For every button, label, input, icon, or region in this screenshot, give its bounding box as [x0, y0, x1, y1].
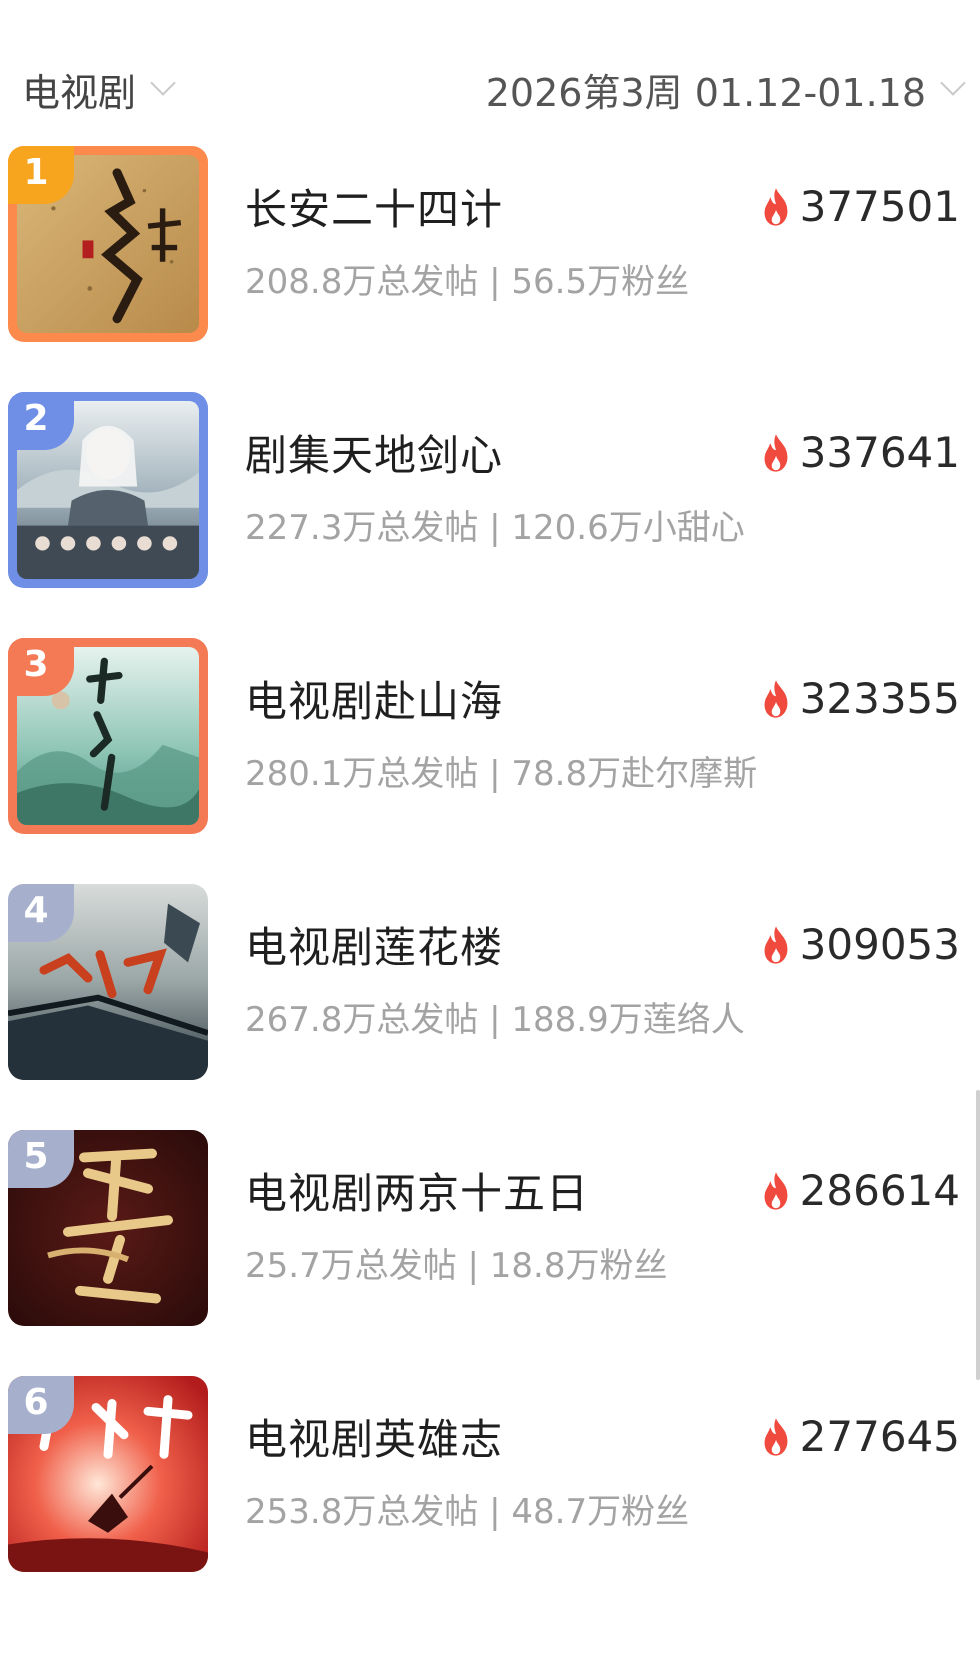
rank-badge: 2: [8, 392, 74, 450]
rank-badge: 3: [8, 638, 74, 696]
heat-score: 309053: [758, 920, 960, 969]
show-stats: 267.8万总发帖 | 188.9万莲络人: [245, 1000, 745, 1040]
flame-icon: [764, 1417, 788, 1456]
chevron-down-icon: [150, 70, 176, 96]
heat-score: 286614: [758, 1166, 960, 1215]
show-stats: 280.1万总发帖 | 78.8万赴尔摩斯: [245, 754, 758, 794]
ranking-item[interactable]: 1 长安二十四计 208.8万总发帖 | 56.5万粉丝 377501: [0, 138, 960, 348]
ranking-item[interactable]: 4 电视剧莲花楼 267.8万总发帖 | 188.9万莲络人 309053: [0, 876, 960, 1086]
ranking-item[interactable]: 6 电视剧英雄志 253.8万总发帖 | 48.7万粉丝 277645: [0, 1368, 960, 1578]
show-title[interactable]: 长安二十四计: [245, 176, 503, 237]
show-stats: 208.8万总发帖 | 56.5万粉丝: [245, 262, 690, 302]
category-label: 电视剧: [22, 70, 137, 115]
show-stats: 253.8万总发帖 | 48.7万粉丝: [245, 1492, 690, 1532]
show-title[interactable]: 电视剧赴山海: [245, 668, 503, 729]
ranking-item[interactable]: 2 剧集天地剑心 227.3万总发帖 | 120.6万小甜心 337641: [0, 384, 960, 594]
flame-icon: [764, 187, 788, 226]
rank-badge: 1: [8, 146, 74, 204]
poster-thumbnail[interactable]: 2: [8, 392, 208, 588]
heat-score: 377501: [758, 182, 960, 231]
chevron-down-icon: [940, 70, 966, 96]
flame-icon: [764, 1171, 788, 1210]
flame-icon: [764, 433, 788, 472]
show-stats: 227.3万总发帖 | 120.6万小甜心: [245, 508, 745, 548]
show-title[interactable]: 电视剧英雄志: [245, 1406, 503, 1467]
heat-score: 323355: [758, 674, 960, 723]
category-dropdown[interactable]: 电视剧: [22, 60, 176, 118]
scrollbar-thumb[interactable]: [976, 1090, 980, 1380]
show-title[interactable]: 剧集天地剑心: [245, 422, 503, 483]
poster-thumbnail[interactable]: 6: [8, 1376, 208, 1572]
heat-score: 277645: [758, 1412, 960, 1461]
heat-value: 309053: [799, 920, 960, 969]
show-title[interactable]: 电视剧莲花楼: [245, 914, 503, 975]
heat-score: 337641: [758, 428, 960, 477]
week-label: 2026第3周 01.12-01.18: [485, 70, 926, 115]
rank-badge: 6: [8, 1376, 74, 1434]
ranking-header: 电视剧 2026第3周 01.12-01.18: [0, 0, 980, 140]
poster-thumbnail[interactable]: 3: [8, 638, 208, 834]
heat-value: 277645: [799, 1412, 960, 1461]
heat-value: 337641: [799, 428, 960, 477]
heat-value: 377501: [799, 182, 960, 231]
ranking-item[interactable]: 3 电视剧赴山海 280.1万总发帖 | 78.8万赴尔摩斯 323355: [0, 630, 960, 840]
heat-value: 323355: [799, 674, 960, 723]
poster-thumbnail[interactable]: 1: [8, 146, 208, 342]
poster-thumbnail[interactable]: 4: [8, 884, 208, 1080]
rank-badge: 5: [8, 1130, 74, 1188]
show-title[interactable]: 电视剧两京十五日: [245, 1160, 589, 1221]
flame-icon: [764, 679, 788, 718]
flame-icon: [764, 925, 788, 964]
show-stats: 25.7万总发帖 | 18.8万粉丝: [245, 1246, 668, 1286]
heat-value: 286614: [799, 1166, 960, 1215]
poster-thumbnail[interactable]: 5: [8, 1130, 208, 1326]
rank-badge: 4: [8, 884, 74, 942]
ranking-item[interactable]: 5 电视剧两京十五日 25.7万总发帖 | 18.8万粉丝 286614: [0, 1122, 960, 1332]
week-dropdown[interactable]: 2026第3周 01.12-01.18: [485, 60, 966, 118]
